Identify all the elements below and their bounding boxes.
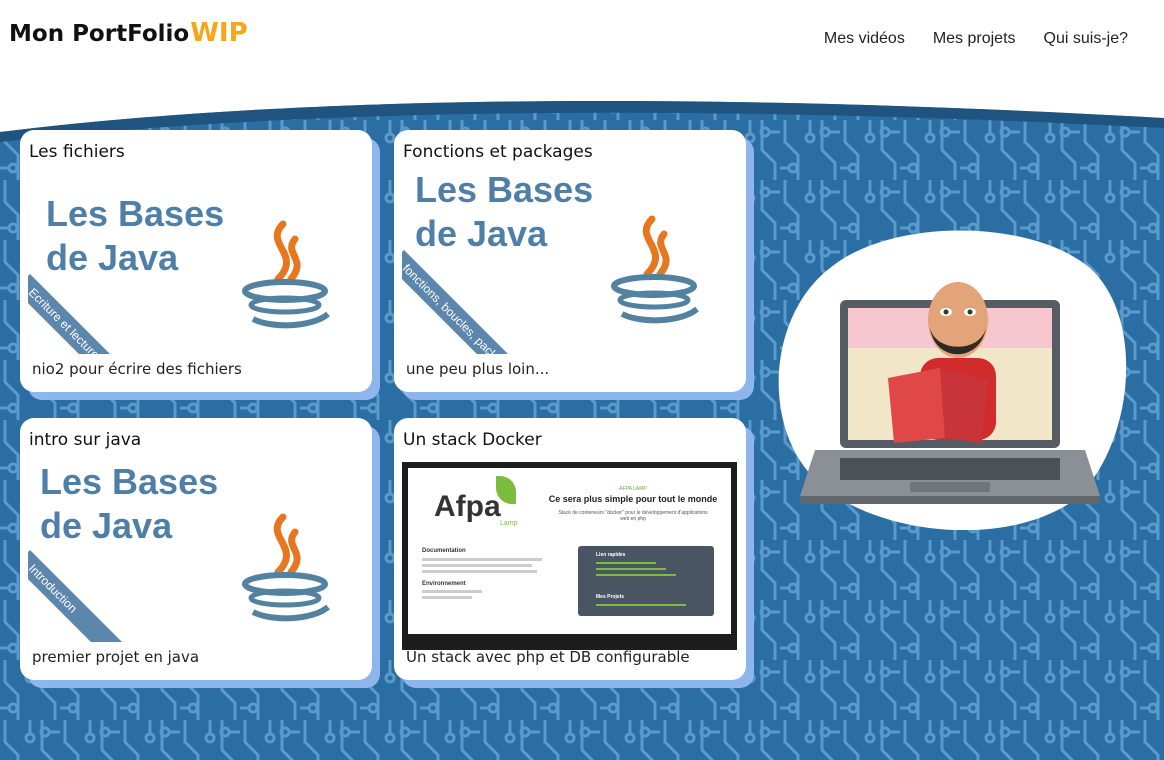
thumb-title-line1: Les Bases: [46, 193, 225, 234]
doc-section: Documentation Environnement: [422, 548, 562, 618]
card-thumbnail[interactable]: Les Bases de Java fonctions, boucles, pa…: [402, 174, 737, 354]
card-body: Fonctions et packages Les Bases de Java …: [394, 130, 746, 392]
card-thumbnail[interactable]: Les Bases de Java Introduction: [28, 462, 363, 642]
thumb-small-header: AFPA LAMP: [619, 486, 647, 492]
main-nav: Mes vidéos Mes projets Qui suis-je?: [824, 30, 1128, 48]
doc-title: Documentation: [422, 548, 466, 554]
card-description: Un stack avec php et DB configurable: [406, 648, 690, 666]
logo-wip-badge: WIP: [190, 18, 248, 48]
thumb-title-line1: Les Bases: [40, 462, 219, 502]
card-description: nio2 pour écrire des fichiers: [32, 360, 242, 378]
card-title: Fonctions et packages: [403, 142, 593, 162]
card-body: Les fichiers Les Bases de Java Ecriture …: [20, 130, 372, 392]
card-fonctions-packages[interactable]: Fonctions et packages Les Bases de Java …: [394, 130, 754, 400]
card-les-fichiers[interactable]: Les fichiers Les Bases de Java Ecriture …: [20, 130, 380, 400]
card-thumbnail[interactable]: Afpa Lamp AFPA LAMP Ce sera plus simple …: [402, 462, 737, 650]
card-title: Un stack Docker: [403, 430, 542, 450]
java-logo-icon: [611, 215, 699, 324]
avatar-illustration: [778, 230, 1127, 530]
card-body: intro sur java Les Bases de Java Introdu…: [20, 418, 372, 680]
afpa-brand: Afpa: [434, 490, 501, 523]
card-title: Les fichiers: [29, 142, 125, 162]
card-intro-java[interactable]: intro sur java Les Bases de Java Introdu…: [20, 418, 380, 688]
card-description: une peu plus loin...: [406, 360, 550, 378]
logo-text: Mon PortFolio: [9, 21, 190, 47]
thumb-headline: Ce sera plus simple pour tout le monde: [548, 494, 718, 504]
nav-about-link[interactable]: Qui suis-je?: [1044, 30, 1128, 48]
thumb-sub: Stack de conteneurs "docker" pour le dév…: [558, 510, 708, 522]
env-title: Environnement: [422, 581, 466, 587]
card-thumbnail[interactable]: Les Bases de Java Ecriture et lecture de…: [28, 174, 363, 354]
thumb-title-line2: de Java: [46, 237, 179, 278]
links-title: Lien rapides: [596, 552, 626, 558]
thumb-ribbon: fonctions, boucles, packages...: [402, 250, 554, 354]
card-body: Un stack Docker Afpa Lamp AFPA LAMP Ce s…: [394, 418, 746, 680]
quick-links-panel: Lien rapides Mes Projets: [578, 546, 714, 616]
card-title: intro sur java: [29, 430, 142, 450]
docker-screenshot: Afpa Lamp AFPA LAMP Ce sera plus simple …: [408, 468, 731, 634]
java-logo-icon: [242, 220, 330, 329]
java-logo-icon: [242, 513, 330, 622]
afpa-brand-sub: Lamp: [500, 520, 518, 527]
thumb-title-line2: de Java: [40, 505, 173, 546]
projects-title: Mes Projets: [596, 594, 625, 600]
thumb-ribbon: Introduction: [28, 550, 159, 642]
thumb-title-line2: de Java: [415, 213, 548, 254]
thumb-ribbon: Ecriture et lecture de fichiers: [28, 274, 173, 354]
card-description: premier projet en java: [32, 648, 200, 666]
site-logo[interactable]: Mon PortFolioWIP: [9, 18, 248, 48]
card-stack-docker[interactable]: Un stack Docker Afpa Lamp AFPA LAMP Ce s…: [394, 418, 754, 688]
thumb-title-line1: Les Bases: [415, 174, 594, 210]
nav-videos-link[interactable]: Mes vidéos: [824, 30, 905, 48]
nav-projects-link[interactable]: Mes projets: [933, 30, 1016, 48]
